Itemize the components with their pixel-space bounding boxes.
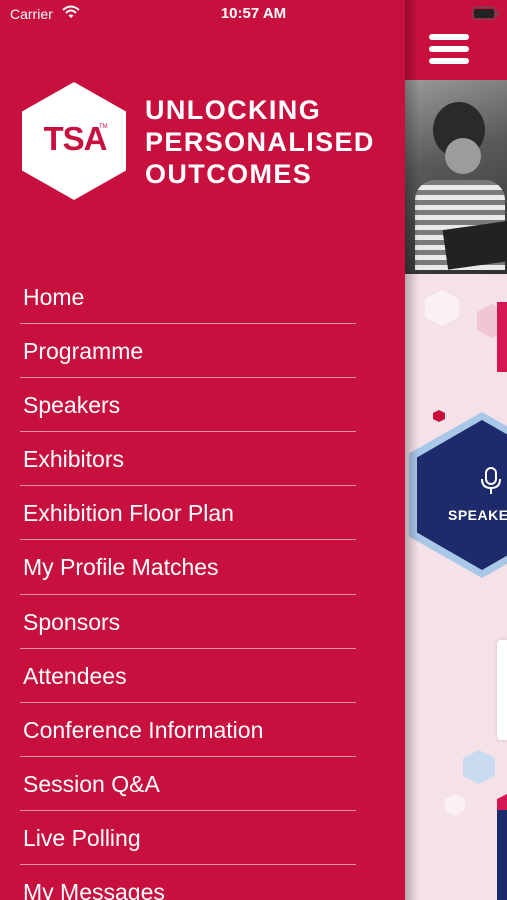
menu-item-my-messages[interactable]: My Messages — [20, 865, 356, 900]
pink-tile-edge — [497, 302, 507, 372]
menu-item-my-profile-matches[interactable]: My Profile Matches — [20, 540, 356, 595]
menu-item-label: Exhibitors — [23, 446, 124, 473]
event-tagline: UNLOCKING PERSONALISED OUTCOMES — [145, 94, 375, 190]
main-content-behind-drawer: SPEAKE — [405, 0, 507, 900]
menu-item-session-qa[interactable]: Session Q&A — [20, 757, 356, 811]
hex-pattern-background: SPEAKE — [405, 274, 507, 900]
menu-item-label: My Profile Matches — [23, 554, 219, 581]
menu-item-exhibition-floor-plan[interactable]: Exhibition Floor Plan — [20, 486, 356, 541]
battery-icon — [472, 7, 499, 20]
menu-item-conference-information[interactable]: Conference Information — [20, 703, 356, 757]
decorative-hex-icon — [433, 410, 445, 422]
tagline-line: UNLOCKING — [145, 95, 322, 125]
navigation-drawer: TSA TM UNLOCKING PERSONALISED OUTCOMES H… — [0, 0, 405, 900]
menu-item-label: My Messages — [23, 879, 165, 900]
menu-item-live-polling[interactable]: Live Polling — [20, 811, 356, 866]
menu-item-label: Exhibition Floor Plan — [23, 500, 234, 527]
menu-item-label: Sponsors — [23, 608, 121, 635]
menu-item-label: Live Polling — [23, 824, 141, 851]
tagline-line: PERSONALISED — [145, 127, 375, 157]
menu-item-attendees[interactable]: Attendees — [20, 649, 356, 703]
status-bar: Carrier 10:57 AM — [0, 0, 507, 28]
menu-item-programme[interactable]: Programme — [20, 324, 356, 379]
white-tile-edge — [497, 640, 507, 740]
menu-item-speakers[interactable]: Speakers — [20, 378, 356, 433]
menu-item-label: Conference Information — [23, 716, 264, 743]
decorative-hex-icon — [425, 290, 459, 326]
menu-item-label: Attendees — [23, 662, 127, 689]
navy-tile-edge — [497, 810, 507, 900]
menu-item-label: Home — [23, 284, 85, 310]
clock: 10:57 AM — [220, 5, 287, 22]
speakers-tile-label: SPEAKE — [448, 507, 507, 523]
menu-item-exhibitors[interactable]: Exhibitors — [20, 432, 356, 487]
menu-item-home[interactable]: Home — [20, 270, 356, 325]
decorative-hex-icon — [445, 794, 465, 816]
logo-trademark: TM — [99, 124, 108, 130]
menu-item-sponsors[interactable]: Sponsors — [20, 595, 356, 649]
tagline-line: OUTCOMES — [145, 159, 313, 189]
decorative-hex-icon — [463, 750, 495, 784]
microphone-icon — [481, 467, 501, 494]
menu-item-label: Speakers — [23, 392, 121, 419]
drawer-menu: Home Programme Speakers Exhibitors Exhib… — [20, 270, 356, 900]
hero-photo — [405, 80, 507, 274]
menu-item-label: Session Q&A — [23, 770, 160, 797]
menu-item-label: Programme — [23, 338, 144, 365]
hamburger-menu-icon[interactable] — [429, 34, 469, 70]
